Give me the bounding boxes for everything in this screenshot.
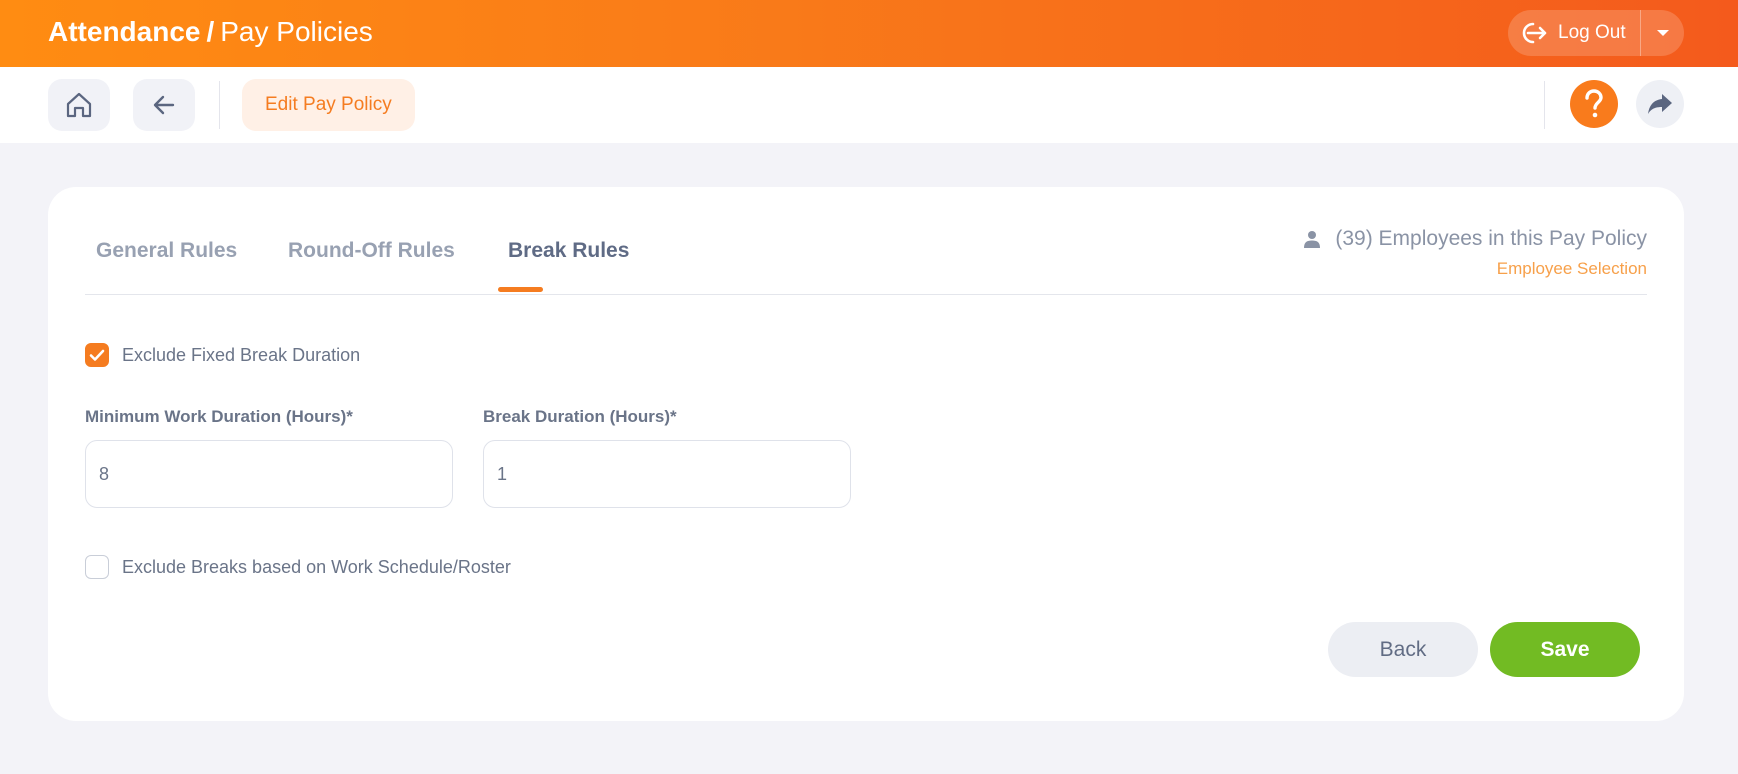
toolbar-divider xyxy=(219,81,220,129)
save-button[interactable]: Save xyxy=(1490,622,1640,677)
page-name: Pay Policies xyxy=(220,16,373,47)
employee-count-text: (39) Employees in this Pay Policy xyxy=(1335,227,1647,250)
toolbar-divider-right xyxy=(1544,81,1545,129)
exclude-schedule-breaks-checkbox-row[interactable]: Exclude Breaks based on Work Schedule/Ro… xyxy=(85,555,511,579)
page-title: Attendance / Pay Policies xyxy=(48,16,373,48)
exclude-fixed-break-label: Exclude Fixed Break Duration xyxy=(122,344,361,365)
exclude-fixed-break-checkbox-row[interactable]: Exclude Fixed Break Duration xyxy=(85,343,360,367)
tabs-divider xyxy=(85,294,1647,295)
exclude-schedule-breaks-label: Exclude Breaks based on Work Schedule/Ro… xyxy=(122,556,511,577)
logout-group: Log Out xyxy=(1508,10,1684,56)
back-nav-button[interactable] xyxy=(133,79,195,131)
min-work-duration-input[interactable] xyxy=(85,440,453,508)
employee-count: (39) Employees in this Pay Policy xyxy=(1303,227,1647,251)
pay-policy-card: General Rules Round-Off Rules Break Rule… xyxy=(48,187,1684,721)
help-button[interactable] xyxy=(1570,80,1618,128)
active-tab-indicator xyxy=(498,287,543,292)
share-button[interactable] xyxy=(1636,80,1684,128)
min-work-duration-label: Minimum Work Duration (Hours)* xyxy=(85,407,353,426)
tab-break-rules[interactable]: Break Rules xyxy=(508,239,629,263)
module-name: Attendance xyxy=(48,16,201,47)
top-header: Attendance / Pay Policies Log Out xyxy=(0,0,1738,67)
home-button[interactable] xyxy=(48,79,110,131)
employee-selection-link[interactable]: Employee Selection xyxy=(1497,259,1647,279)
tab-general-rules[interactable]: General Rules xyxy=(96,239,237,263)
caret-down-icon xyxy=(1656,30,1669,36)
question-mark-icon xyxy=(1585,89,1603,118)
user-icon xyxy=(1304,231,1321,248)
exclude-schedule-breaks-checkbox[interactable] xyxy=(85,555,109,579)
break-duration-input[interactable] xyxy=(483,440,851,508)
tab-round-off-rules[interactable]: Round-Off Rules xyxy=(288,239,455,263)
home-icon xyxy=(66,92,92,118)
logout-menu-toggle[interactable] xyxy=(1641,10,1684,56)
logout-icon xyxy=(1522,22,1547,44)
exclude-fixed-break-checkbox[interactable] xyxy=(85,343,109,367)
back-button[interactable]: Back xyxy=(1328,622,1478,677)
edit-pay-policy-chip[interactable]: Edit Pay Policy xyxy=(242,79,415,131)
logout-label: Log Out xyxy=(1558,22,1626,43)
arrow-left-icon xyxy=(153,95,175,115)
share-arrow-icon xyxy=(1648,94,1672,114)
logout-button[interactable]: Log Out xyxy=(1508,10,1640,56)
break-duration-label: Break Duration (Hours)* xyxy=(483,407,677,426)
title-separator: / xyxy=(206,16,215,47)
checkmark-icon xyxy=(89,349,105,361)
toolbar: Edit Pay Policy xyxy=(0,67,1738,143)
